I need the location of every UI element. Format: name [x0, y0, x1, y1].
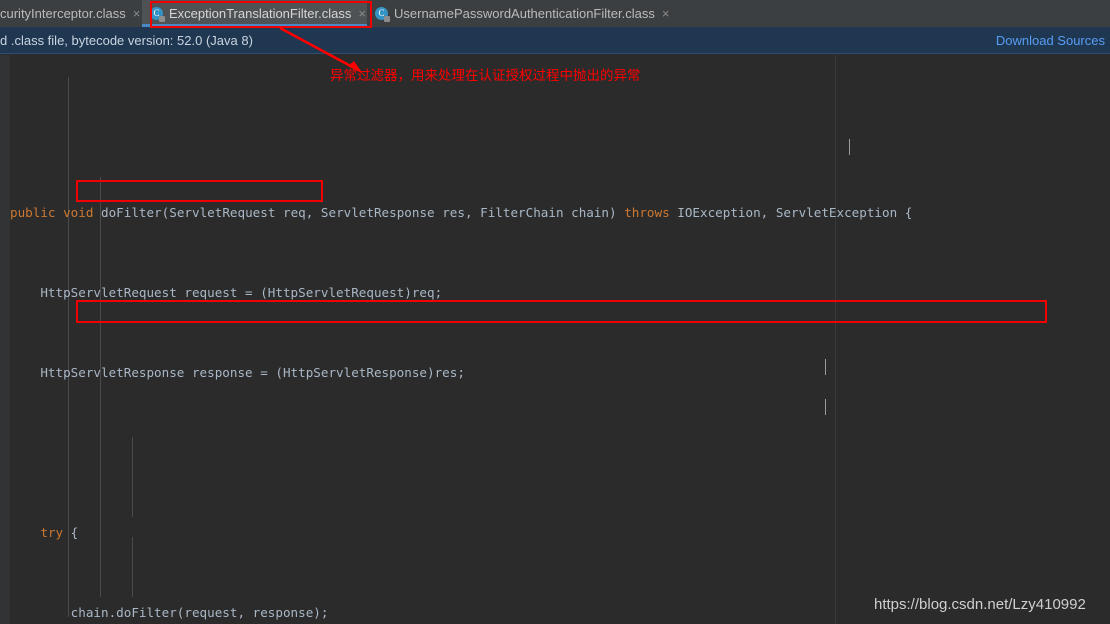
annotation-chinese-note: 异常过滤器，用来处理在认证授权过程中抛出的异常 [330, 68, 641, 84]
editor-tab-bar: curityInterceptor.class × C ExceptionTra… [0, 0, 1110, 27]
tab-usernamepasswordauthenticationfilter[interactable]: C UsernamePasswordAuthenticationFilter.c… [367, 0, 678, 27]
code-line: try { [40, 525, 79, 540]
editor-gutter [0, 55, 10, 624]
code-editor[interactable]: public void doFilter(ServletRequest req,… [0, 55, 1110, 624]
close-icon[interactable]: × [660, 0, 672, 27]
java-class-icon: C [375, 6, 390, 22]
code-line: HttpServletRequest request = (HttpServle… [10, 285, 443, 300]
code-line: HttpServletResponse response = (HttpServ… [10, 365, 465, 380]
close-icon[interactable]: × [131, 0, 143, 27]
tab-securityinterceptor[interactable]: curityInterceptor.class × [0, 0, 142, 27]
notification-text: d .class file, bytecode version: 52.0 (J… [0, 32, 253, 48]
code-line: public void doFilter(ServletRequest req,… [10, 205, 913, 220]
tab-exceptiontranslationfilter[interactable]: C ExceptionTranslationFilter.class × [142, 0, 367, 27]
watermark: https://blog.csdn.net/Lzy410992 [874, 596, 1086, 613]
download-sources-link[interactable]: Download Sources [996, 33, 1107, 48]
decompiled-file-notification-bar: d .class file, bytecode version: 52.0 (J… [0, 27, 1110, 54]
tab-label: ExceptionTranslationFilter.class [169, 6, 352, 21]
java-class-icon: C [150, 6, 165, 22]
tab-label: curityInterceptor.class [0, 6, 126, 21]
code-content[interactable]: public void doFilter(ServletRequest req,… [10, 55, 1110, 624]
tab-label: UsernamePasswordAuthenticationFilter.cla… [394, 6, 655, 21]
